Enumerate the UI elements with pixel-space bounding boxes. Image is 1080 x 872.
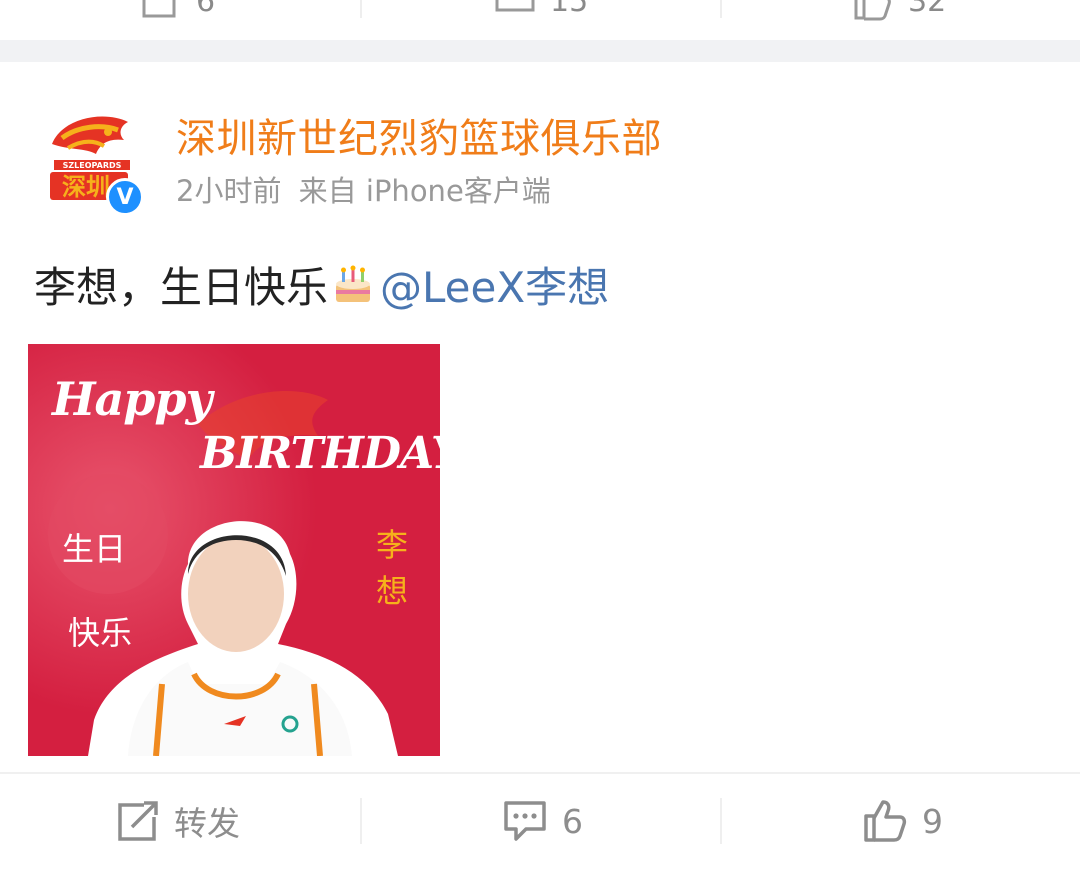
thumbs-up-icon [864, 800, 907, 842]
poster-side-text-2: 快乐 [68, 614, 133, 652]
previous-repost-count: 6 [196, 0, 216, 19]
previous-like-count: 32 [908, 0, 947, 19]
post-body: 李想，生日快乐 [34, 263, 329, 312]
comment-count: 6 [562, 801, 583, 841]
mention-link[interactable]: @LeeX李想 [380, 254, 609, 315]
previous-post-actions: 6 15 32 [0, 0, 1080, 40]
poster-player-name: 李想 [376, 526, 409, 610]
feed-separator [0, 40, 1080, 62]
post-meta: 2小时前 来自 iPhone客户端 [176, 168, 559, 210]
poster-title-line2: BIRTHDAY! [200, 428, 440, 479]
svg-text:深圳: 深圳 [62, 173, 110, 201]
thumbs-up-icon [854, 0, 891, 21]
divider [360, 798, 362, 844]
repost-label: 转发 [174, 804, 240, 843]
like-button[interactable]: 9 [862, 796, 943, 846]
comment-button[interactable]: 6 [502, 796, 583, 846]
comment-icon [504, 801, 546, 841]
like-count: 9 [922, 801, 943, 841]
verified-badge-icon: V [106, 178, 144, 216]
post-time: 2小时前 [176, 174, 282, 208]
previous-repost-button[interactable]: 6 [140, 0, 215, 22]
cake-icon [336, 265, 371, 302]
poster-side-text-1: 生日 [62, 530, 127, 568]
post-image[interactable]: Happy BIRTHDAY! 生日 快乐 李想 [28, 344, 440, 756]
comment-icon [495, 0, 535, 12]
author-name[interactable]: 深圳新世纪烈豹篮球俱乐部 [176, 106, 662, 164]
post-source: 来自 iPhone客户端 [298, 174, 551, 208]
divider [720, 0, 722, 18]
previous-comment-count: 15 [550, 0, 589, 19]
divider [360, 0, 362, 18]
poster-title-line1: Happy [52, 372, 212, 426]
divider [720, 798, 722, 844]
repost-button[interactable]: 转发 [116, 796, 240, 846]
previous-like-button[interactable]: 32 [852, 0, 946, 22]
previous-comment-button[interactable]: 15 [494, 0, 588, 22]
repost-icon [142, 0, 176, 18]
repost-icon [118, 801, 158, 841]
post-text: 李想，生日快乐 @LeeX李想 [34, 254, 609, 315]
post-actions: 转发 6 9 [0, 774, 1080, 872]
svg-text:SZLEOPARDS: SZLEOPARDS [63, 161, 122, 170]
